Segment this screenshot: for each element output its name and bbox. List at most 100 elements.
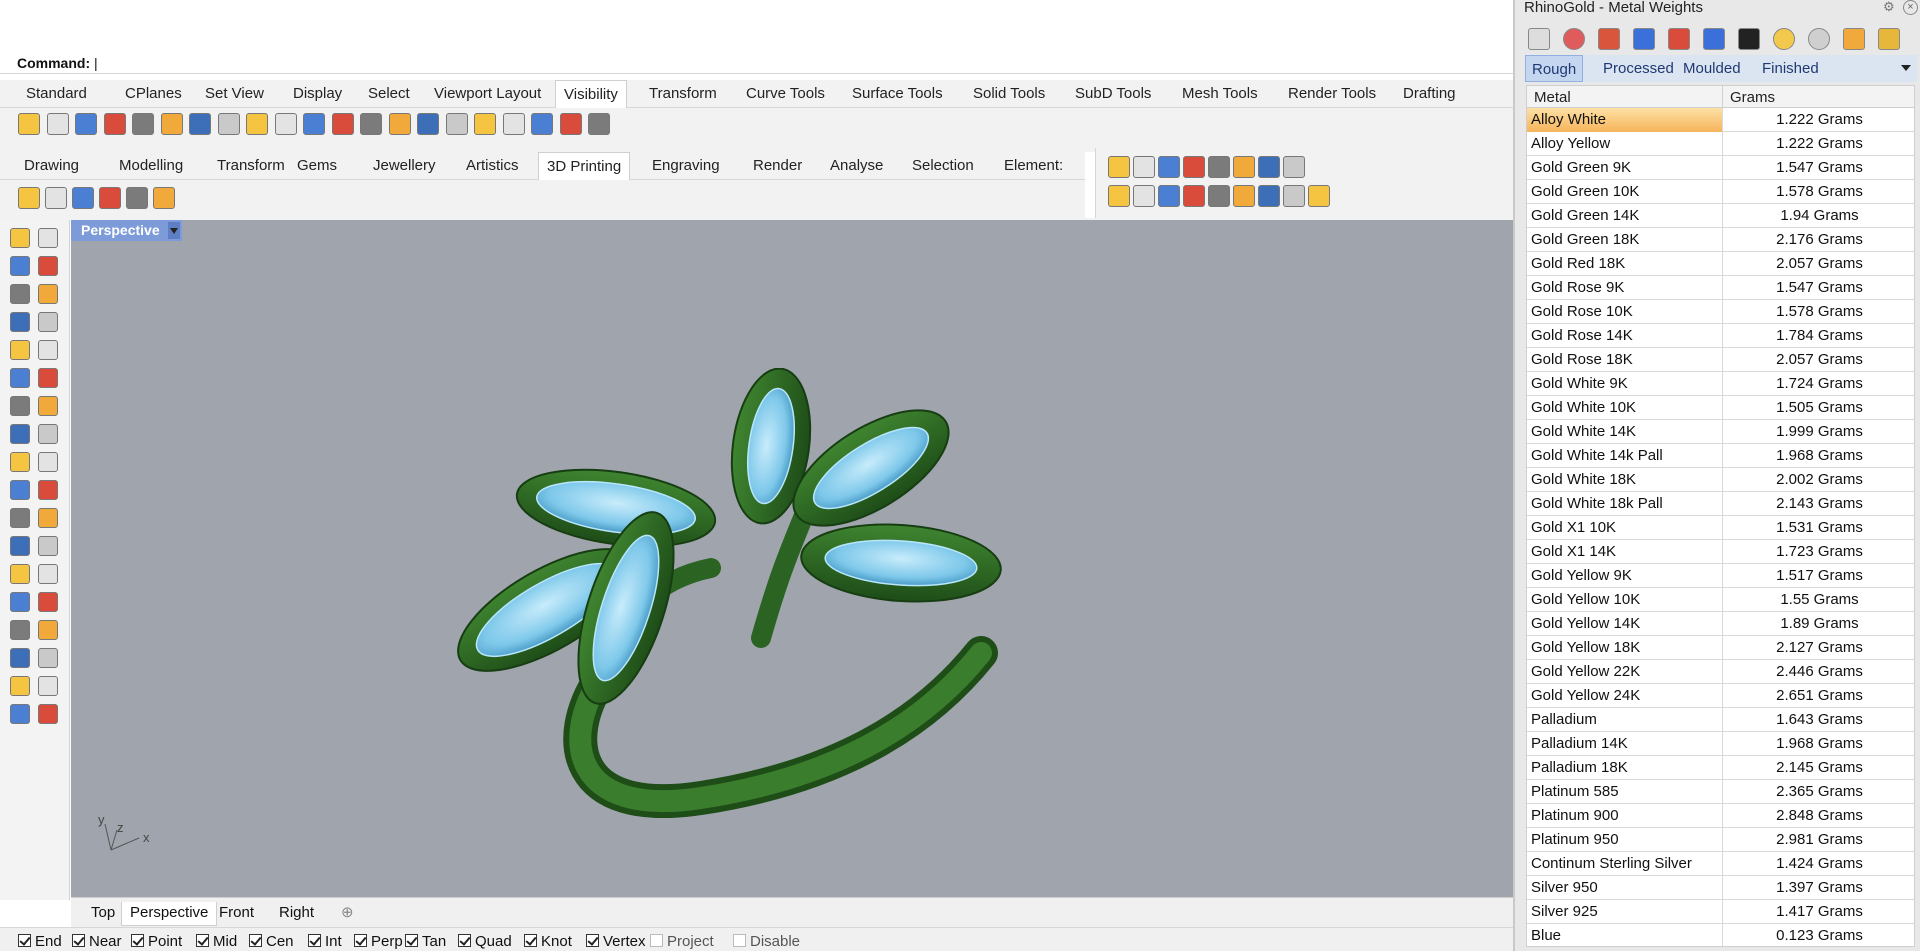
bucket-icon[interactable] xyxy=(1878,28,1900,50)
table-row[interactable]: Gold White 18k Pall 2.143 Grams xyxy=(1527,492,1914,516)
close-icon[interactable]: × xyxy=(1903,0,1918,15)
viewport-tab-front[interactable]: Front xyxy=(211,902,262,926)
print-tool-icon[interactable] xyxy=(72,187,94,209)
osnap-tan[interactable]: Tan xyxy=(405,933,446,951)
osnap-near[interactable]: Near xyxy=(72,933,122,951)
table-row[interactable]: Gold Yellow 9K 1.517 Grams xyxy=(1527,564,1914,588)
tab-set-view[interactable]: Set View xyxy=(197,80,272,108)
table-row[interactable]: Alloy White 1.222 Grams xyxy=(1527,108,1914,132)
table-row[interactable]: Gold Yellow 10K 1.55 Grams xyxy=(1527,588,1914,612)
tab-standard[interactable]: Standard xyxy=(18,80,95,108)
table-row[interactable]: Gold Yellow 14K 1.89 Grams xyxy=(1527,612,1914,636)
table-row[interactable]: Gold Green 10K 1.578 Grams xyxy=(1527,180,1914,204)
tab-gems[interactable]: Gems xyxy=(289,152,345,180)
left-tool-icon[interactable] xyxy=(38,340,58,360)
left-tool-icon[interactable] xyxy=(10,284,30,304)
table-row[interactable]: Gold Rose 9K 1.547 Grams xyxy=(1527,276,1914,300)
osnap-checkbox[interactable] xyxy=(650,934,663,947)
table-row[interactable]: Platinum 950 2.981 Grams xyxy=(1527,828,1914,852)
osnap-checkbox[interactable] xyxy=(524,934,537,947)
osnap-int[interactable]: Int xyxy=(308,933,342,951)
visibility-tool-icon[interactable] xyxy=(331,113,354,135)
sidebar-tool-icon[interactable] xyxy=(1108,156,1130,178)
left-tool-icon[interactable] xyxy=(38,676,58,696)
sidebar-tool-icon[interactable] xyxy=(1133,185,1155,207)
visibility-tool-icon[interactable] xyxy=(588,113,610,135)
tab-3d-printing[interactable]: 3D Printing xyxy=(538,152,631,180)
left-tool-icon[interactable] xyxy=(38,452,58,472)
tab-processed[interactable]: Processed xyxy=(1597,55,1680,82)
table-row[interactable]: Gold Yellow 24K 2.651 Grams xyxy=(1527,684,1914,708)
table-row[interactable]: Alloy Yellow 1.222 Grams xyxy=(1527,132,1914,156)
table-row[interactable]: Gold Red 18K 2.057 Grams xyxy=(1527,252,1914,276)
tab-transform[interactable]: Transform xyxy=(209,152,293,180)
print-tool-icon[interactable] xyxy=(18,187,40,209)
left-tool-icon[interactable] xyxy=(10,536,30,556)
visibility-tool-icon[interactable] xyxy=(246,113,268,135)
tab-surface-tools[interactable]: Surface Tools xyxy=(844,80,951,108)
tab-transform[interactable]: Transform xyxy=(641,80,725,108)
osnap-checkbox[interactable] xyxy=(354,934,367,947)
table-row[interactable]: Gold Yellow 18K 2.127 Grams xyxy=(1527,636,1914,660)
osnap-checkbox[interactable] xyxy=(249,934,262,947)
sidebar-tool-icon[interactable] xyxy=(1283,185,1305,207)
table-row[interactable]: Gold White 14K 1.999 Grams xyxy=(1527,420,1914,444)
print-tool-icon[interactable] xyxy=(126,187,148,209)
osnap-cen[interactable]: Cen xyxy=(249,933,294,951)
table-row[interactable]: Silver 950 1.397 Grams xyxy=(1527,876,1914,900)
osnap-knot[interactable]: Knot xyxy=(524,933,572,951)
table-row[interactable]: Gold Yellow 22K 2.446 Grams xyxy=(1527,660,1914,684)
sidebar-tool-icon[interactable] xyxy=(1258,156,1280,178)
tab-rough[interactable]: Rough xyxy=(1525,55,1584,82)
visibility-tool-icon[interactable] xyxy=(160,113,183,135)
tab-subd-tools[interactable]: SubD Tools xyxy=(1067,80,1159,108)
left-tool-icon[interactable] xyxy=(10,704,30,724)
table-row[interactable]: Gold X1 10K 1.531 Grams xyxy=(1527,516,1914,540)
tab-drafting[interactable]: Drafting xyxy=(1395,80,1464,108)
table-row[interactable]: Palladium 14K 1.968 Grams xyxy=(1527,732,1914,756)
tab-visibility[interactable]: Visibility xyxy=(555,80,627,108)
visibility-tool-icon[interactable] xyxy=(559,113,582,135)
leaf-ring-model[interactable] xyxy=(451,368,1061,818)
visibility-tool-icon[interactable] xyxy=(103,113,126,135)
visibility-tool-icon[interactable] xyxy=(417,113,439,135)
left-tool-icon[interactable] xyxy=(10,480,30,500)
osnap-checkbox[interactable] xyxy=(458,934,471,947)
left-tool-icon[interactable] xyxy=(38,508,58,528)
osnap-checkbox[interactable] xyxy=(131,934,144,947)
osnap-point[interactable]: Point xyxy=(131,933,182,951)
left-tool-icon[interactable] xyxy=(10,508,30,528)
left-tool-icon[interactable] xyxy=(38,592,58,612)
visibility-tool-icon[interactable] xyxy=(303,113,325,135)
tab-render[interactable]: Render xyxy=(745,152,810,180)
table-row[interactable]: Gold Green 14K 1.94 Grams xyxy=(1527,204,1914,228)
osnap-mid[interactable]: Mid xyxy=(196,933,237,951)
sidebar-tool-icon[interactable] xyxy=(1183,185,1205,207)
left-tool-icon[interactable] xyxy=(10,228,30,248)
visibility-tool-icon[interactable] xyxy=(445,113,468,135)
brush-icon[interactable] xyxy=(1668,28,1690,50)
tab-element[interactable]: Element: xyxy=(996,152,1071,180)
visibility-tool-icon[interactable] xyxy=(217,113,240,135)
sidebar-tool-icon[interactable] xyxy=(1208,185,1230,207)
left-tool-icon[interactable] xyxy=(38,648,58,668)
osnap-perp[interactable]: Perp xyxy=(354,933,403,951)
left-tool-icon[interactable] xyxy=(10,424,30,444)
sidebar-tool-icon[interactable] xyxy=(1158,156,1180,178)
tab-drawing[interactable]: Drawing xyxy=(16,152,87,180)
left-tool-icon[interactable] xyxy=(10,396,30,416)
table-row[interactable]: Gold X1 14K 1.723 Grams xyxy=(1527,540,1914,564)
visibility-tool-icon[interactable] xyxy=(274,113,297,135)
left-tool-icon[interactable] xyxy=(38,284,58,304)
left-tool-icon[interactable] xyxy=(38,564,58,584)
visibility-tool-icon[interactable] xyxy=(189,113,211,135)
left-tool-icon[interactable] xyxy=(10,564,30,584)
tab-moulded[interactable]: Moulded xyxy=(1677,55,1747,82)
print-tool-icon[interactable] xyxy=(99,187,121,209)
table-row[interactable]: Gold Rose 18K 2.057 Grams xyxy=(1527,348,1914,372)
help-icon[interactable] xyxy=(1703,28,1725,50)
sidebar-tool-icon[interactable] xyxy=(1108,185,1130,207)
left-tool-icon[interactable] xyxy=(38,396,58,416)
table-row[interactable]: Gold Green 9K 1.547 Grams xyxy=(1527,156,1914,180)
table-row[interactable]: Blue 0.123 Grams xyxy=(1527,924,1914,946)
